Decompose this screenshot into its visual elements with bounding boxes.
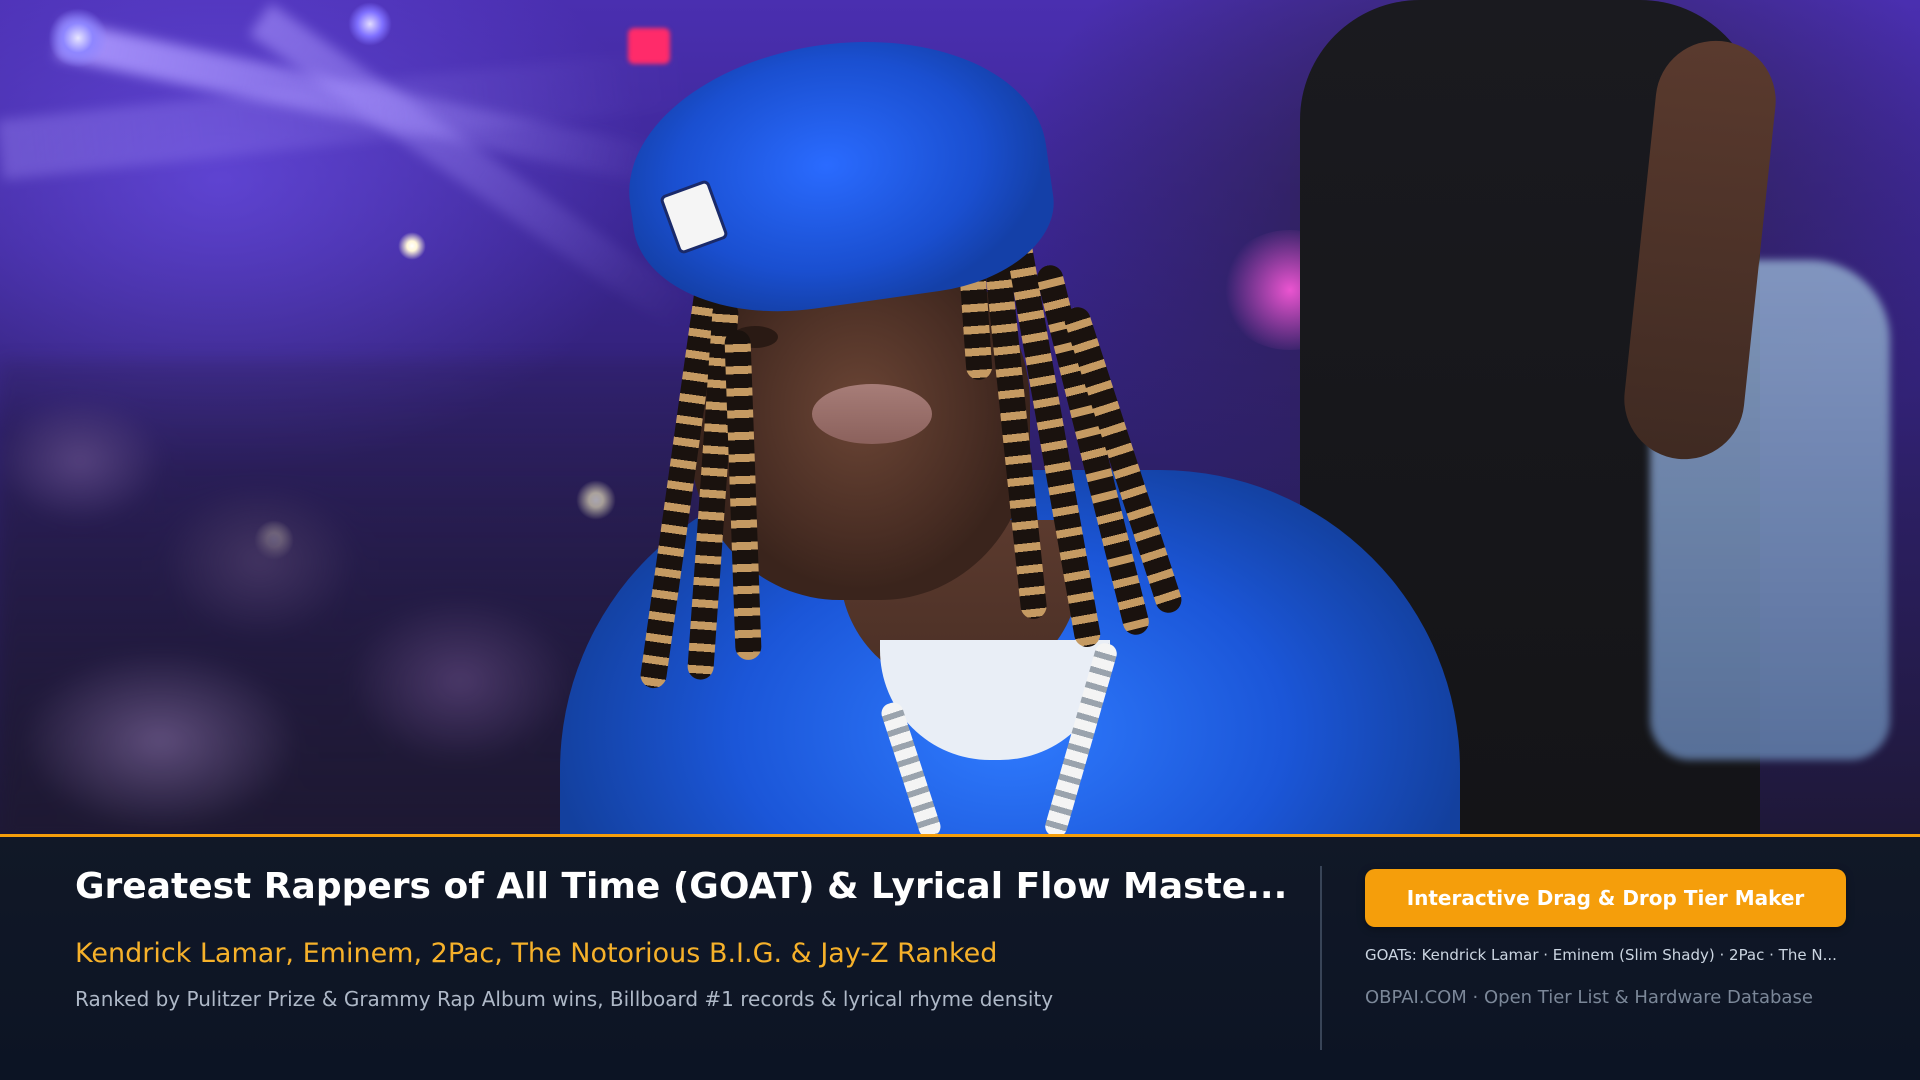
page: Greatest Rappers of All Time (GOAT) & Ly…: [0, 0, 1920, 1080]
phone-flash: [398, 232, 426, 260]
page-subtitle: Kendrick Lamar, Eminem, 2Pac, The Notori…: [75, 938, 998, 969]
accent-rule: [0, 834, 1920, 837]
tier-maker-button[interactable]: Interactive Drag & Drop Tier Maker: [1365, 869, 1846, 927]
panel-divider: [1320, 866, 1322, 1050]
spotlight: [348, 2, 392, 46]
site-credit[interactable]: OBPAI.COM · Open Tier List & Hardware Da…: [1365, 984, 1885, 1012]
subject-lips: [812, 384, 932, 444]
spotlight: [48, 8, 108, 68]
ranking-description: Ranked by Pulitzer Prize & Grammy Rap Al…: [75, 987, 1054, 1011]
goats-list: GOATs: Kendrick Lamar · Eminem (Slim Sha…: [1365, 946, 1837, 964]
page-title: Greatest Rappers of All Time (GOAT) & Ly…: [75, 866, 1288, 907]
hero-photo: [0, 0, 1920, 834]
exit-light: [628, 28, 670, 64]
